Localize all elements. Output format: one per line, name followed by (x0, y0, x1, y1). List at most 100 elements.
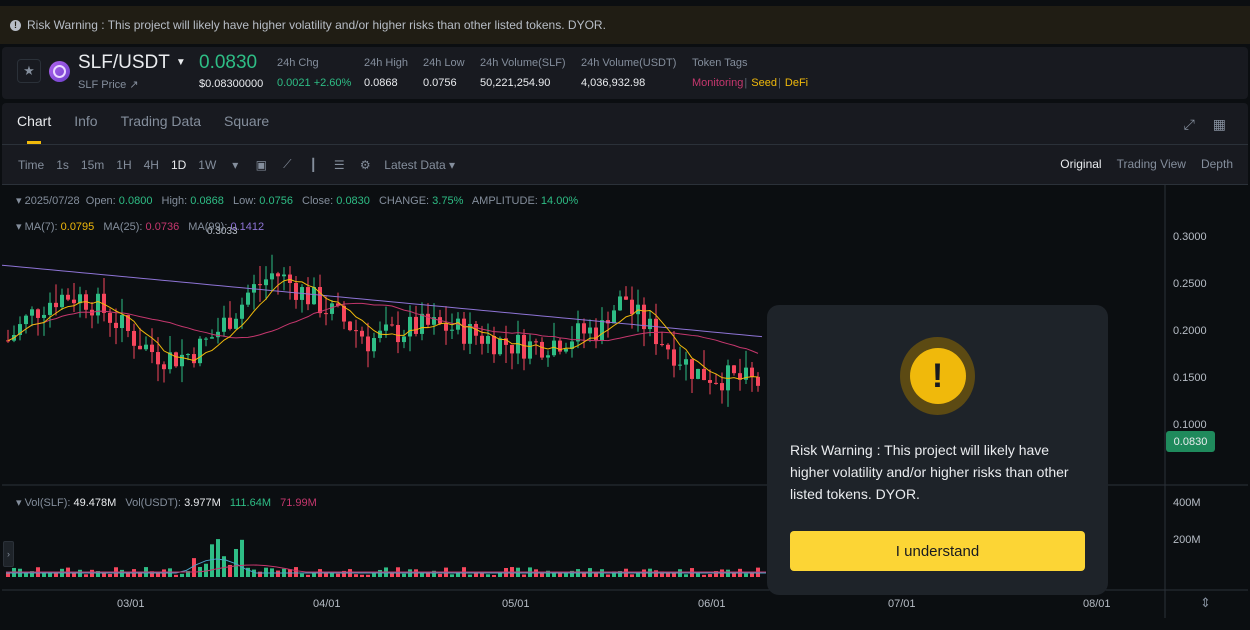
ohlc-amplitude: 14.00% (540, 195, 579, 207)
ohlc-label: Close: (302, 195, 334, 207)
calendar-icon[interactable]: ▣ (254, 158, 268, 172)
candle (588, 327, 592, 334)
volume-bar (684, 574, 688, 577)
view-switcher: Original Trading View Depth (1060, 157, 1233, 171)
volume-bar (354, 574, 358, 577)
grid-layout-icon[interactable]: ▦ (1213, 116, 1226, 133)
candle (582, 323, 586, 334)
candle (408, 316, 412, 337)
tag-defi[interactable]: DeFi (785, 77, 808, 89)
interval-4h[interactable]: 4H (144, 158, 159, 172)
panel-icons: ⤢ ▦ (1184, 116, 1226, 133)
volume-bar (264, 567, 268, 577)
latest-data-dropdown[interactable]: Latest Data ▾ (384, 158, 455, 172)
volume-readout: ▾ Vol(SLF): 49.478M Vol(USDT): 3.977M 11… (16, 497, 317, 509)
ma-readout: ▾ MA(7): 0.0795 MA(25): 0.0736 MA(99): 0… (16, 221, 265, 233)
stat-label: 24h Volume(USDT) (581, 57, 677, 69)
ma-label: MA(25): (103, 221, 143, 233)
price-link[interactable]: SLF Price ↗ (78, 78, 139, 91)
expand-icon[interactable]: ⤢ (1184, 116, 1195, 133)
volume-bar (468, 574, 472, 577)
candle (360, 330, 364, 337)
candle (720, 383, 724, 391)
candle (498, 338, 502, 355)
vol-slf-value: 49.478M (73, 497, 117, 509)
interval-1s[interactable]: 1s (56, 158, 69, 172)
tab-chart[interactable]: Chart (17, 113, 51, 129)
pair-selector[interactable]: SLF/USDT ▼ (78, 52, 186, 74)
candle (30, 309, 34, 316)
candle (144, 344, 148, 350)
usd-price: $0.08300000 (199, 78, 264, 90)
candle (60, 294, 64, 308)
favorite-star-icon[interactable]: ★ (17, 59, 41, 83)
candle (156, 352, 160, 365)
view-trading-view[interactable]: Trading View (1117, 157, 1186, 171)
candle (186, 354, 190, 356)
candle (564, 348, 568, 352)
stat-label: 24h High (364, 57, 409, 69)
stat-value: 50,221,254.90 (480, 77, 551, 89)
candle (66, 294, 70, 300)
y-tick: 0.2000 (1173, 325, 1207, 337)
alert-icon: ! (900, 337, 975, 415)
display-settings-icon[interactable]: ☰ (332, 158, 346, 172)
vol-ma1-value: 111.64M (229, 497, 272, 509)
tab-info[interactable]: Info (74, 113, 97, 129)
volume-bar (522, 574, 526, 577)
view-original[interactable]: Original (1060, 157, 1101, 171)
y-tick: 0.1500 (1173, 372, 1207, 384)
candle (222, 317, 226, 332)
volume-bar (42, 573, 46, 577)
vol-label: Vol(USDT): (125, 497, 181, 509)
interval-15m[interactable]: 15m (81, 158, 104, 172)
view-depth[interactable]: Depth (1201, 157, 1233, 171)
volume-bar (636, 573, 640, 577)
tab-square[interactable]: Square (224, 113, 269, 129)
volume-bar (708, 574, 712, 577)
candle (330, 303, 334, 314)
ma7-value: 0.0795 (60, 221, 95, 233)
candle (180, 354, 184, 367)
x-tick: 04/01 (313, 598, 341, 610)
modal-text: Risk Warning : This project will likely … (790, 442, 1069, 502)
tag-monitoring[interactable]: Monitoring (692, 77, 743, 89)
volume-bar (450, 574, 454, 577)
current-price-tag: 0.0830 (1166, 431, 1215, 452)
candle (750, 367, 754, 377)
gear-icon[interactable]: ⚙ (358, 158, 372, 172)
caret-down-icon: ▼ (175, 57, 186, 69)
reset-scale-icon[interactable]: ⇕ (1200, 595, 1211, 611)
candle (672, 349, 676, 366)
chart-toolbar: Time 1s 15m 1H 4H 1D 1W ▾ ▣ ⟋ ┃ ☰ ⚙ Late… (18, 157, 455, 172)
interval-1w[interactable]: 1W (198, 158, 216, 172)
indicator-icon[interactable]: ⟋ (280, 157, 294, 172)
more-intervals-icon[interactable]: ▾ (228, 158, 242, 172)
stat-label: 24h Chg (277, 57, 319, 69)
ohlc-label: AMPLITUDE: (471, 195, 538, 207)
volume-bar (492, 574, 496, 577)
volume-bar (582, 572, 586, 577)
candle (174, 352, 178, 367)
candle (108, 312, 112, 323)
tag-seed[interactable]: Seed (751, 77, 777, 89)
candle (390, 324, 394, 326)
ohlc-high: 0.0868 (190, 195, 224, 207)
volume-bar (702, 574, 706, 577)
candle-type-icon[interactable]: ┃ (306, 158, 320, 172)
tab-trading-data[interactable]: Trading Data (121, 113, 201, 129)
interval-1h[interactable]: 1H (116, 158, 131, 172)
volume-bar (306, 574, 310, 577)
understand-button[interactable]: I understand (790, 531, 1085, 571)
volume-bars (6, 539, 760, 577)
coin-logo (49, 61, 70, 82)
expand-left-icon[interactable]: › (3, 541, 14, 567)
candle (288, 274, 292, 283)
candle (240, 304, 244, 319)
candle (354, 330, 358, 332)
volume-bar (84, 574, 88, 577)
interval-time[interactable]: Time (18, 158, 44, 172)
candle (372, 338, 376, 352)
interval-1d[interactable]: 1D (171, 158, 186, 172)
pair-name: SLF/USDT (78, 52, 170, 73)
